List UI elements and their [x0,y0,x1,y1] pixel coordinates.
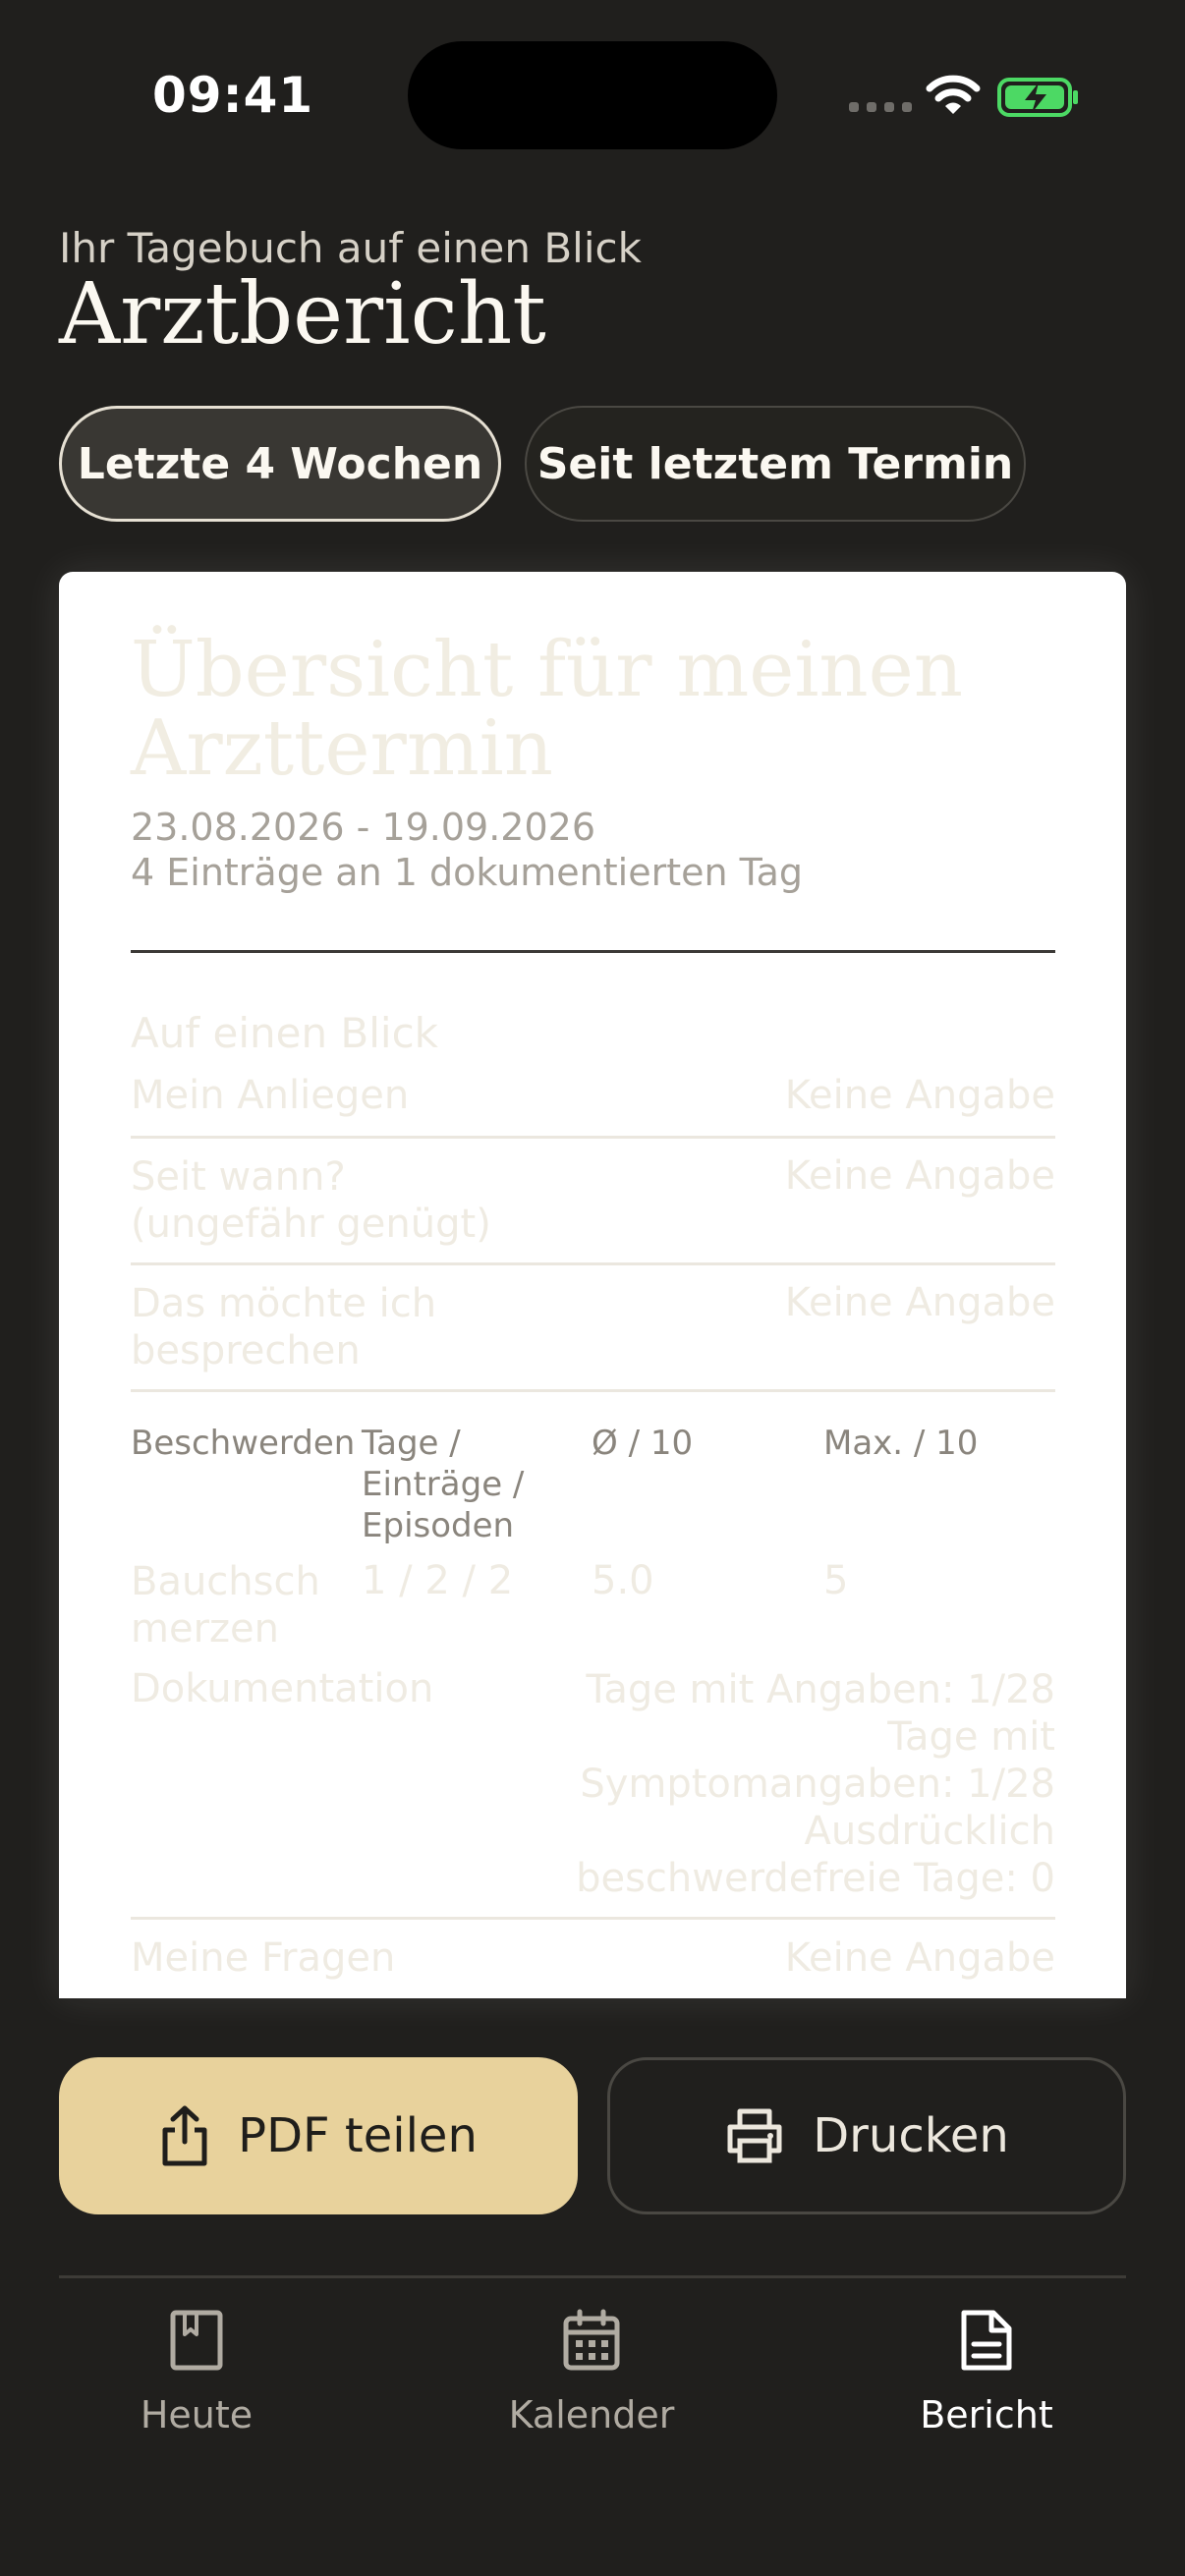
tab-kalender[interactable]: Kalender [444,2309,739,2436]
print-label: Drucken [813,2108,1009,2163]
table-header-days-entries-episodes: Tage / Einträge / Episoden [362,1424,525,1545]
overview-label-since: Seit wann? (ungefähr genügt) [131,1154,491,1247]
overview-value-discuss: Keine Angabe [784,1280,1055,1325]
questions-value: Keine Angabe [784,1935,1055,1981]
battery-charging-icon [997,78,1078,117]
report-preview[interactable]: Übersicht für meinen Arzttermin 23.08.20… [59,572,1126,1998]
table-cell-complaint: Bauchschmerzen [131,1559,320,1652]
documentation-line: Tage mit Angaben: 1/28 [586,1667,1056,1712]
document-icon [961,2310,1012,2371]
divider [131,1389,1055,1392]
share-pdf-button[interactable]: PDF teilen [59,2057,578,2214]
dynamic-island [408,41,777,149]
table-cell-average: 5.0 [592,1558,654,1603]
report-entries-summary: 4 Einträge an 1 dokumentierten Tag [131,851,803,894]
calendar-icon [563,2309,620,2371]
table-header-average: Ø / 10 [592,1424,694,1463]
questions-label: Meine Fragen [131,1935,396,1981]
tab-bar-divider [59,2275,1126,2278]
print-button[interactable]: Drucken [607,2057,1126,2214]
tab-bericht[interactable]: Bericht [839,2309,1134,2436]
overview-value-concern: Keine Angabe [784,1073,1055,1118]
tab-label: Heute [140,2393,254,2436]
overview-heading: Auf einen Blick [131,1009,438,1057]
divider [131,950,1055,953]
divider [131,1136,1055,1139]
status-time: 09:41 [152,67,314,124]
range-tab-last-4-weeks[interactable]: Letzte 4 Wochen [59,406,501,522]
overview-value-since: Keine Angabe [784,1153,1055,1199]
page-title: Arztbericht [59,265,546,364]
share-pdf-label: PDF teilen [238,2108,478,2163]
tab-label: Bericht [920,2393,1053,2436]
tab-label: Kalender [508,2393,675,2436]
documentation-line: Ausdrücklich beschwerdefreie Tage: 0 [576,1809,1055,1901]
wifi-icon [926,75,981,114]
table-cell-counts: 1 / 2 / 2 [362,1558,514,1603]
printer-icon [727,2108,782,2163]
report-date-range: 23.08.2026 - 19.09.2026 [131,806,596,849]
share-icon [162,2105,207,2166]
table-header-complaints: Beschwerden [131,1424,356,1463]
overview-label-discuss: Das möchte ich besprechen [131,1281,437,1373]
tab-heute[interactable]: Heute [49,2309,344,2436]
divider [131,1262,1055,1265]
overview-label-concern: Mein Anliegen [131,1073,410,1118]
documentation-label: Dokumentation [131,1666,434,1711]
book-icon [170,2310,223,2371]
documentation-values: Tage mit Angaben: 1/28 Tage mit Symptoma… [570,1666,1055,1902]
report-title: Übersicht für meinen Arzttermin [131,626,964,793]
divider [131,1917,1055,1920]
range-tab-since-last-appointment[interactable]: Seit letztem Termin [525,406,1026,522]
table-cell-max: 5 [823,1558,849,1603]
documentation-line: Tage mit Symptomangaben: 1/28 [580,1714,1055,1807]
table-header-max: Max. / 10 [823,1424,979,1463]
cellular-signal-icon [849,102,912,112]
